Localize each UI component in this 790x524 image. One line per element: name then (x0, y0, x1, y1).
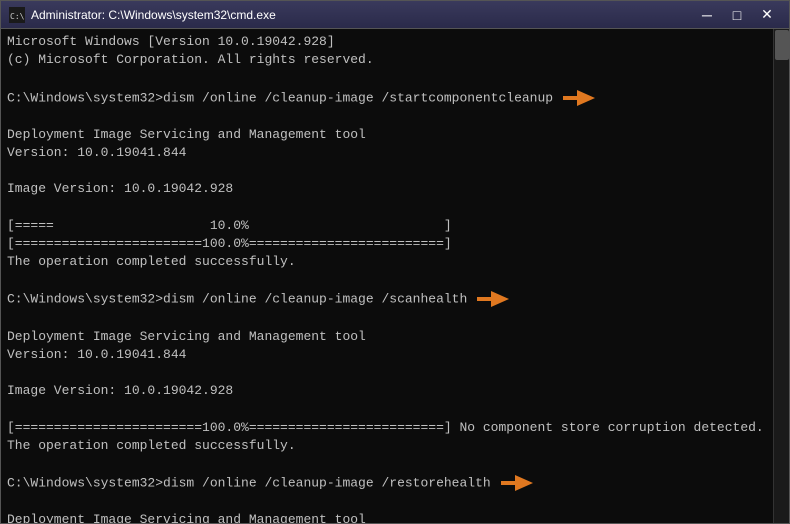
console-line (7, 493, 783, 511)
console-line: [========================100.0%=========… (7, 235, 783, 253)
console-line: C:\Windows\system32>dism /online /cleanu… (7, 88, 783, 108)
annotation-arrow (563, 88, 595, 108)
close-button[interactable]: ✕ (753, 4, 781, 26)
console-line: (c) Microsoft Corporation. All rights re… (7, 51, 783, 69)
console-line: Microsoft Windows [Version 10.0.19042.92… (7, 33, 783, 51)
svg-text:C:\: C:\ (10, 12, 25, 21)
console-line (7, 199, 783, 217)
console-content: Microsoft Windows [Version 10.0.19042.92… (7, 33, 783, 523)
title-bar-text: Administrator: C:\Windows\system32\cmd.e… (31, 8, 693, 22)
maximize-button[interactable]: □ (723, 4, 751, 26)
console-line (7, 400, 783, 418)
console-line: [===== 10.0% ] (7, 217, 783, 235)
console-line: The operation completed successfully. (7, 437, 783, 455)
console-line: Deployment Image Servicing and Managemen… (7, 126, 783, 144)
window: C:\ Administrator: C:\Windows\system32\c… (0, 0, 790, 524)
console-line (7, 455, 783, 473)
title-bar: C:\ Administrator: C:\Windows\system32\c… (1, 1, 789, 29)
annotation-arrow (477, 289, 509, 309)
console-line: C:\Windows\system32>dism /online /cleanu… (7, 289, 783, 309)
title-bar-controls: ─ □ ✕ (693, 4, 781, 26)
minimize-button[interactable]: ─ (693, 4, 721, 26)
console-line (7, 162, 783, 180)
cmd-icon: C:\ (9, 7, 25, 23)
console-line: Image Version: 10.0.19042.928 (7, 382, 783, 400)
console-line: Version: 10.0.19041.844 (7, 346, 783, 364)
console-line: Version: 10.0.19041.844 (7, 144, 783, 162)
console-line (7, 271, 783, 289)
console-line: Image Version: 10.0.19042.928 (7, 180, 783, 198)
scrollbar[interactable] (773, 29, 789, 523)
console-line (7, 108, 783, 126)
scrollbar-thumb[interactable] (775, 30, 789, 60)
console-area[interactable]: Microsoft Windows [Version 10.0.19042.92… (1, 29, 789, 523)
console-line: [========================100.0%=========… (7, 419, 783, 437)
console-line: Deployment Image Servicing and Managemen… (7, 328, 783, 346)
console-line: C:\Windows\system32>dism /online /cleanu… (7, 473, 783, 493)
console-line (7, 364, 783, 382)
annotation-arrow (501, 473, 533, 493)
console-line (7, 309, 783, 327)
console-line: The operation completed successfully. (7, 253, 783, 271)
console-line: Deployment Image Servicing and Managemen… (7, 511, 783, 523)
console-line (7, 69, 783, 87)
